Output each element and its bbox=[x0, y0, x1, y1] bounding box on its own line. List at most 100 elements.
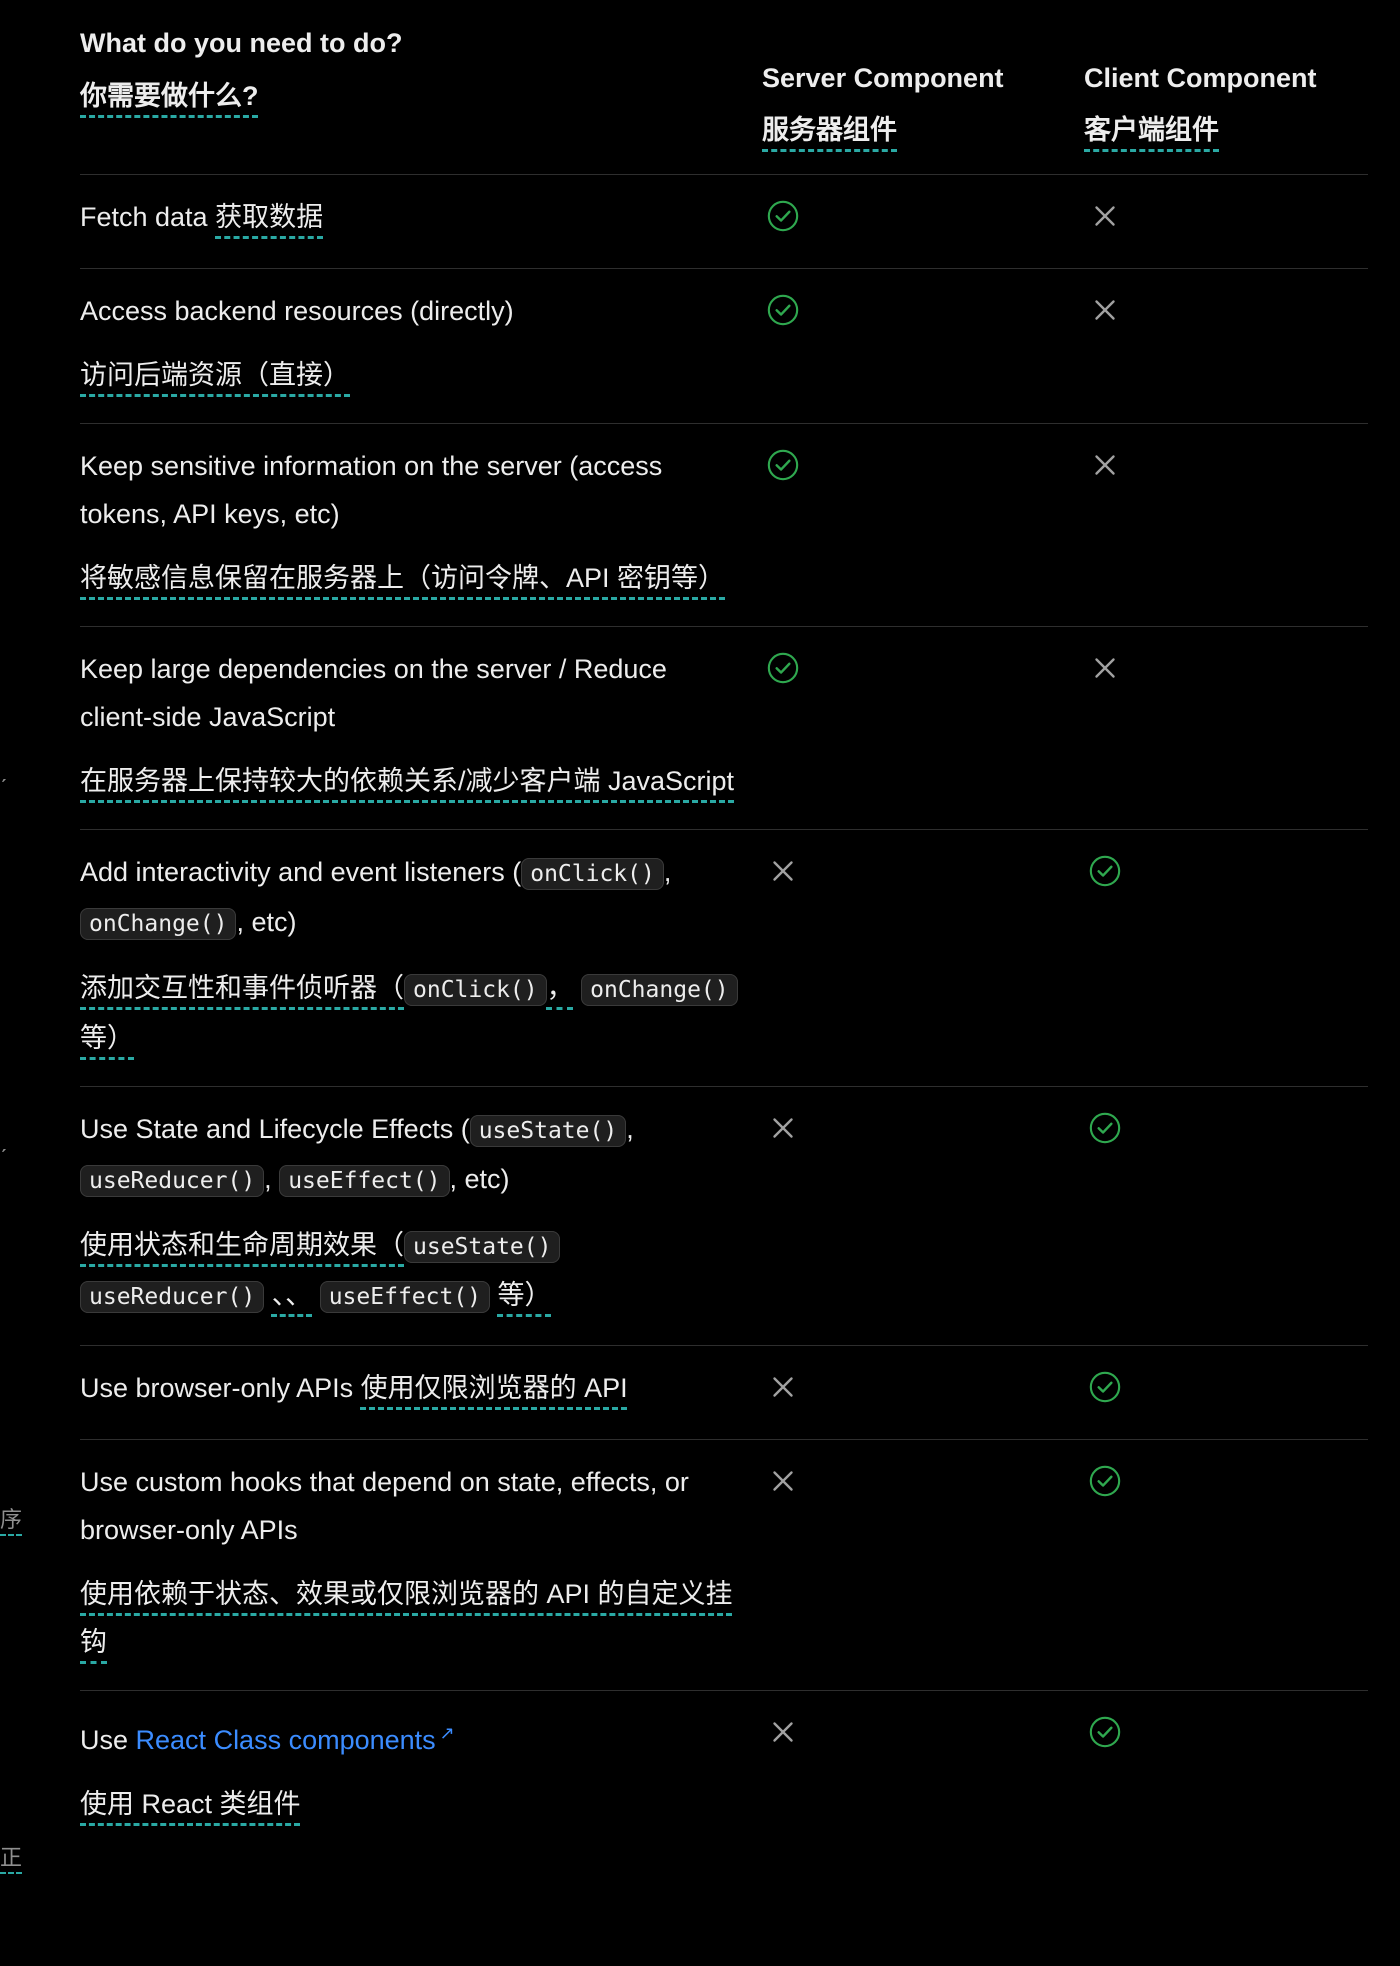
check-icon bbox=[1088, 1715, 1122, 1749]
task-en-part: , bbox=[663, 857, 672, 887]
table-row: Use State and Lifecycle Effects (useStat… bbox=[80, 1086, 1368, 1346]
header-server-zh: 服务器组件 bbox=[762, 115, 897, 145]
task-en: Use custom hooks that depend on state, e… bbox=[80, 1467, 689, 1545]
x-icon bbox=[1088, 293, 1122, 327]
task-zh-part: 等） bbox=[80, 1023, 134, 1053]
code-usereducer: useReducer() bbox=[80, 1165, 265, 1197]
task-en: Keep large dependencies on the server / … bbox=[80, 654, 667, 732]
link-label[interactable]: React Class components bbox=[136, 1725, 436, 1755]
edge-mark-cjk: 正 bbox=[0, 1840, 23, 1874]
task-zh: 获取数据 bbox=[215, 202, 324, 232]
check-icon bbox=[1088, 1111, 1122, 1145]
x-icon bbox=[1088, 651, 1122, 685]
check-icon bbox=[1088, 854, 1122, 888]
code-onchange: onChange() bbox=[581, 974, 738, 1006]
header-server-en: Server Component bbox=[762, 63, 1004, 93]
header-task: What do you need to do? 你需要做什么? bbox=[80, 14, 762, 175]
code-useeffect: useEffect() bbox=[319, 1281, 491, 1313]
table-row: Use browser-only APIs 使用仅限浏览器的 API bbox=[80, 1345, 1368, 1440]
check-icon bbox=[766, 448, 800, 482]
client-cell bbox=[1084, 423, 1368, 627]
header-client-en: Client Component bbox=[1084, 63, 1317, 93]
task-en-part: , bbox=[264, 1164, 272, 1194]
client-cell bbox=[1084, 1439, 1368, 1691]
client-cell bbox=[1084, 626, 1368, 830]
table-row: Fetch data 获取数据 bbox=[80, 174, 1368, 269]
table-row: Use custom hooks that depend on state, e… bbox=[80, 1439, 1368, 1691]
server-cell bbox=[762, 829, 1084, 1087]
table-row: Keep large dependencies on the server / … bbox=[80, 626, 1368, 830]
server-cell bbox=[762, 1345, 1084, 1440]
server-cell bbox=[762, 1086, 1084, 1346]
server-cell bbox=[762, 174, 1084, 269]
task-cell: Use React Class components ↗ 使用 React 类组件 bbox=[80, 1691, 762, 1853]
header-client-zh: 客户端组件 bbox=[1084, 115, 1219, 145]
server-cell bbox=[762, 423, 1084, 627]
task-en: Use browser-only APIs bbox=[80, 1373, 354, 1403]
task-zh: 访问后端资源（直接） bbox=[80, 360, 350, 390]
task-zh-part: 、、 bbox=[271, 1280, 313, 1310]
task-en: Keep sensitive information on the server… bbox=[80, 451, 663, 529]
server-cell bbox=[762, 1691, 1084, 1853]
client-cell bbox=[1084, 268, 1368, 424]
code-usestate: useState() bbox=[469, 1115, 627, 1147]
header-task-zh: 你需要做什么? bbox=[80, 81, 259, 111]
x-icon bbox=[766, 1715, 800, 1749]
table-row: Add interactivity and event listeners (o… bbox=[80, 829, 1368, 1087]
code-onclick: onClick() bbox=[404, 974, 547, 1006]
client-cell bbox=[1084, 1691, 1368, 1853]
check-icon bbox=[766, 199, 800, 233]
task-en: Access backend resources (directly) bbox=[80, 296, 514, 326]
task-zh-part: 等） bbox=[497, 1280, 552, 1310]
table-row: Access backend resources (directly) 访问后端… bbox=[80, 268, 1368, 424]
task-en: Fetch data bbox=[80, 202, 208, 232]
react-class-components-link[interactable]: React Class components ↗ bbox=[136, 1723, 455, 1755]
task-zh: 在服务器上保持较大的依赖关系/减少客户端 JavaScript bbox=[80, 766, 735, 796]
client-cell bbox=[1084, 829, 1368, 1087]
client-cell bbox=[1084, 1086, 1368, 1346]
task-en-part: , etc) bbox=[449, 1164, 510, 1194]
task-zh: 使用依赖于状态、效果或仅限浏览器的 API 的自定义挂钩 bbox=[80, 1579, 733, 1657]
client-cell bbox=[1084, 174, 1368, 269]
x-icon bbox=[766, 1464, 800, 1498]
task-zh: 使用 React 类组件 bbox=[80, 1789, 301, 1819]
check-icon bbox=[1088, 1464, 1122, 1498]
task-cell: Add interactivity and event listeners (o… bbox=[80, 829, 762, 1087]
task-cell: Use browser-only APIs 使用仅限浏览器的 API bbox=[80, 1345, 762, 1440]
x-icon bbox=[766, 1111, 800, 1145]
task-en-part: , bbox=[626, 1114, 634, 1144]
x-icon bbox=[766, 1370, 800, 1404]
code-usereducer: useReducer() bbox=[80, 1281, 265, 1313]
task-en-part: Use State and Lifecycle Effects ( bbox=[80, 1114, 470, 1144]
check-icon bbox=[766, 293, 800, 327]
task-cell: Keep large dependencies on the server / … bbox=[80, 626, 762, 830]
task-en-part: Add interactivity and event listeners ( bbox=[80, 857, 522, 887]
task-en-part: , etc) bbox=[236, 907, 297, 937]
task-cell: Access backend resources (directly) 访问后端… bbox=[80, 268, 762, 424]
external-link-icon: ↗ bbox=[439, 1723, 455, 1743]
x-icon bbox=[1088, 448, 1122, 482]
task-cell: Fetch data 获取数据 bbox=[80, 174, 762, 269]
edge-tick: ˊ bbox=[0, 775, 8, 800]
task-cell: Use State and Lifecycle Effects (useStat… bbox=[80, 1086, 762, 1346]
task-zh: 将敏感信息保留在服务器上（访问令牌、API 密钥等） bbox=[80, 563, 726, 593]
x-icon bbox=[766, 854, 800, 888]
table-row: Use React Class components ↗ 使用 React 类组件 bbox=[80, 1691, 1368, 1853]
client-cell bbox=[1084, 1345, 1368, 1440]
code-useeffect: useEffect() bbox=[279, 1165, 450, 1197]
check-icon bbox=[1088, 1370, 1122, 1404]
header-client: Client Component 客户端组件 bbox=[1084, 14, 1368, 175]
edge-mark-cjk: 序 bbox=[0, 1502, 23, 1536]
task-zh-part: ， bbox=[546, 973, 574, 1003]
header-server: Server Component 服务器组件 bbox=[762, 14, 1084, 175]
edge-tick: ˊ bbox=[0, 1145, 8, 1170]
code-onclick: onClick() bbox=[521, 858, 664, 890]
table-row: Keep sensitive information on the server… bbox=[80, 423, 1368, 627]
code-onchange: onChange() bbox=[80, 908, 237, 940]
server-cell bbox=[762, 1439, 1084, 1691]
task-cell: Use custom hooks that depend on state, e… bbox=[80, 1439, 762, 1691]
task-zh: 使用仅限浏览器的 API bbox=[360, 1373, 628, 1403]
task-zh-part: 添加交互性和事件侦听器（ bbox=[80, 973, 404, 1003]
header-task-en: What do you need to do? bbox=[80, 28, 403, 58]
x-icon bbox=[1088, 199, 1122, 233]
